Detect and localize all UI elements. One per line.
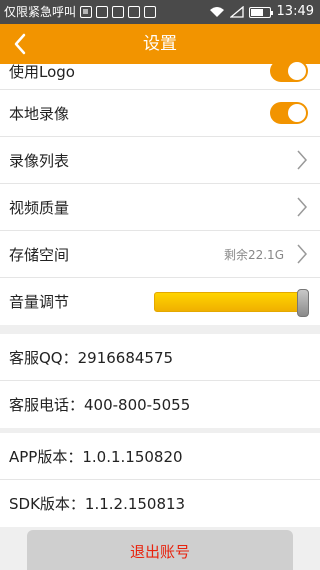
storage-row[interactable]: 存储空间 剩余22.1G [0,231,320,278]
service-phone-row[interactable]: 客服电话：400-800-5055 [0,381,320,428]
video-quality-label: 视频质量 [9,198,70,217]
clock: 13:49 [276,4,314,19]
status-bar: 仅限紧急呼叫 13:49 [0,0,320,24]
picture-icon [80,6,93,18]
page-title: 设置 [143,34,177,54]
logout-button[interactable]: 退出账号 [27,530,293,570]
record-list-row[interactable]: 录像列表 [0,137,320,184]
carrier-text: 仅限紧急呼叫 [4,5,77,19]
storage-label: 存储空间 [9,245,70,264]
title-bar: 设置 [0,24,320,64]
local-record-toggle[interactable] [270,102,308,124]
chevron-right-icon [297,150,308,170]
sdk-version-text: SDK版本：1.1.2.150813 [9,495,186,513]
service-qq-row: 客服QQ：2916684575 [0,334,320,381]
service-qq-text: 客服QQ：2916684575 [9,348,174,367]
notification-icon [128,6,141,18]
toggle-knob [288,61,306,80]
sdk-version-row: SDK版本：1.1.2.150813 [0,480,320,527]
notification-icon [96,6,109,18]
video-quality-row[interactable]: 视频质量 [0,184,320,231]
local-record-label: 本地录像 [9,104,70,123]
use-logo-toggle[interactable] [270,59,308,82]
record-list-label: 录像列表 [9,151,70,170]
chevron-right-icon [297,197,308,217]
battery-icon [248,6,273,18]
volume-slider[interactable] [154,288,309,317]
wifi-icon [209,7,224,17]
toggle-knob [288,104,306,122]
storage-value: 剩余22.1G [223,247,284,262]
slider-thumb[interactable] [297,288,309,317]
service-phone-text: 客服电话：400-800-5055 [9,396,191,414]
local-record-row: 本地录像 [0,90,320,137]
version-info: APP版本：1.0.1.150820 SDK版本：1.1.2.150813 [0,433,320,527]
volume-label: 音量调节 [9,293,70,311]
notification-icon [144,6,157,18]
use-logo-row: 使用Logo [0,59,320,90]
app-version-row: APP版本：1.0.1.150820 [0,433,320,480]
notification-icon [112,6,125,18]
chevron-right-icon [297,244,308,264]
service-info: 客服QQ：2916684575 客服电话：400-800-5055 [0,334,320,428]
use-logo-label: 使用Logo [9,63,75,81]
signal-icon [229,6,244,18]
volume-row: 音量调节 [0,278,320,325]
app-version-text: APP版本：1.0.1.150820 [9,447,183,466]
settings-list: 使用Logo 本地录像 录像列表 视频质量 存储空间 剩余22.1G 音量调节 [0,59,320,325]
